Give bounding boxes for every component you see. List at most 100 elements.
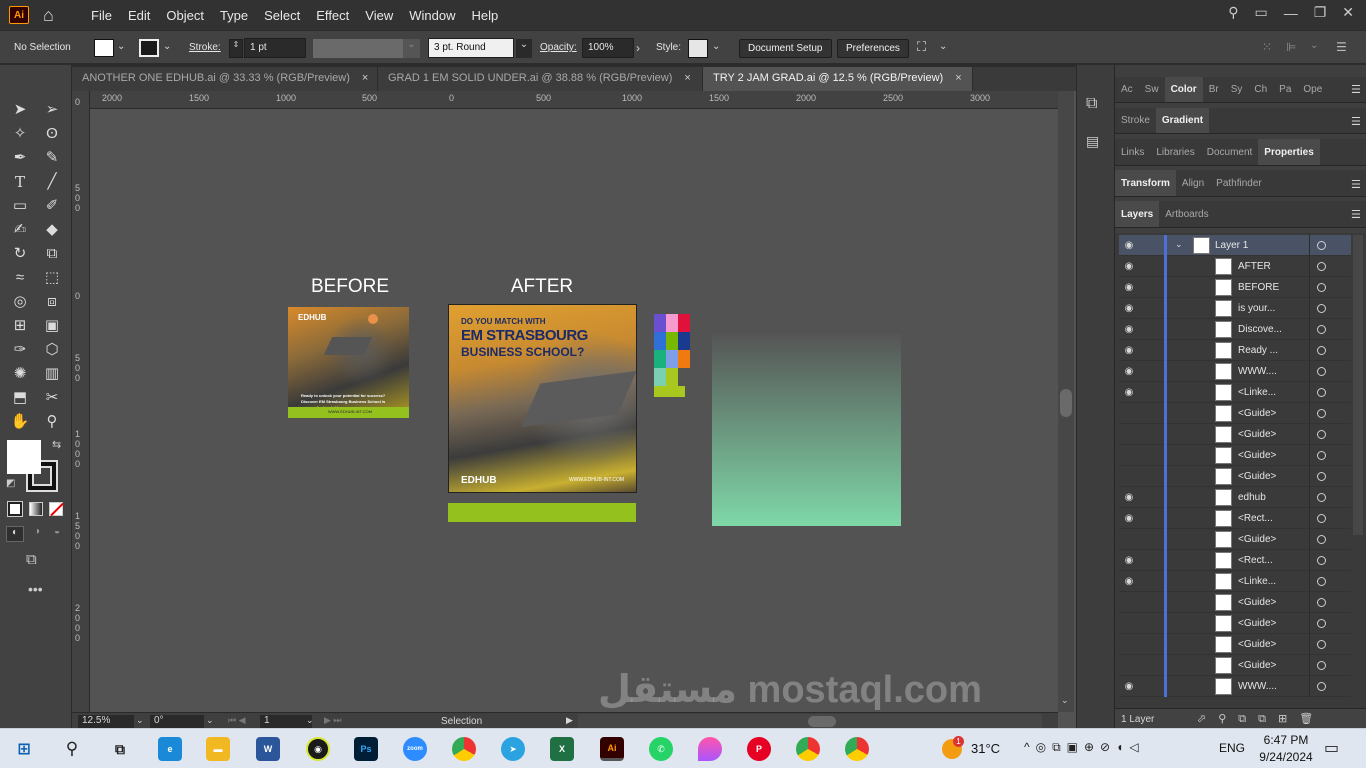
color-swatch[interactable] <box>666 332 678 350</box>
pen-tool-icon[interactable]: ✒ <box>8 147 32 169</box>
target-circle-icon[interactable] <box>1317 283 1326 292</box>
chrome-profile-icon[interactable] <box>796 737 820 761</box>
color-swatch[interactable] <box>678 314 690 332</box>
color-mode-icon[interactable] <box>7 501 23 517</box>
panel-tab-align[interactable]: Align <box>1176 170 1210 196</box>
edge-icon[interactable]: e <box>158 737 182 761</box>
layer-row[interactable]: <Guide> <box>1119 613 1351 634</box>
clock-time[interactable]: 6:47 PM <box>1258 733 1314 747</box>
layer-row[interactable]: ◉ BEFORE <box>1119 277 1351 298</box>
layer-row[interactable]: ◉ <Rect... <box>1119 550 1351 571</box>
direct-selection-tool-icon[interactable]: ➢ <box>40 99 64 121</box>
warp-tool-icon[interactable]: ≈ <box>8 267 32 289</box>
type-tool-icon[interactable]: T <box>8 171 32 193</box>
system-tray-icons[interactable]: ^◎⧉▣⊕⊘◖◁ <box>1024 740 1145 755</box>
layer-row[interactable]: <Guide> <box>1119 466 1351 487</box>
panel-tab-artboards[interactable]: Artboards <box>1159 201 1214 227</box>
stroke-dropdown-icon[interactable]: ⌄ <box>163 41 171 52</box>
fill-color-box[interactable] <box>7 440 41 474</box>
color-swatch-group[interactable] <box>654 314 691 397</box>
none-mode-icon[interactable] <box>49 502 64 517</box>
layer-row[interactable]: <Guide> <box>1119 529 1351 550</box>
panel-tab-ope[interactable]: Ope <box>1297 77 1328 102</box>
style-dropdown-icon[interactable]: ⌄ <box>712 41 720 52</box>
visibility-eye-icon[interactable]: ◉ <box>1119 282 1139 293</box>
gradient-mode-icon[interactable] <box>29 502 43 516</box>
file-explorer-icon[interactable]: ▬ <box>206 737 230 761</box>
panel-tab-gradient[interactable]: Gradient <box>1155 108 1210 133</box>
before-artwork[interactable]: EDHUB Ready to unlock your potential for… <box>288 307 409 418</box>
horizontal-scroll-thumb[interactable] <box>808 716 836 727</box>
magic-wand-icon[interactable]: ✧ <box>8 123 32 145</box>
layer-row[interactable]: <Guide> <box>1119 445 1351 466</box>
visibility-eye-icon[interactable]: ◉ <box>1119 303 1139 314</box>
lime-bar[interactable] <box>448 503 636 522</box>
mesh-tool-icon[interactable]: ⊞ <box>8 315 32 337</box>
target-circle-icon[interactable] <box>1317 598 1326 607</box>
visibility-eye-icon[interactable]: ◉ <box>1119 261 1139 272</box>
first-artboard-icon[interactable]: ⏮ ◀ <box>228 715 246 726</box>
close-tab-icon[interactable]: × <box>684 72 690 84</box>
arrange-documents-icon[interactable]: ▭ <box>1254 4 1267 21</box>
visibility-eye-icon[interactable]: ◉ <box>1119 555 1139 566</box>
draw-inside-icon[interactable]: ◒ <box>48 526 66 542</box>
layer-row-layer-1[interactable]: ◉ ⌄ Layer 1 <box>1119 235 1351 256</box>
target-circle-icon[interactable] <box>1317 535 1326 544</box>
image-panel-icon[interactable]: ⧉ <box>1086 95 1097 113</box>
panel-tab-layers[interactable]: Layers <box>1115 201 1160 227</box>
menu-edit[interactable]: Edit <box>120 8 158 23</box>
line-tool-icon[interactable]: ╱ <box>40 171 64 193</box>
align-icon[interactable]: ⊫ <box>1286 40 1296 54</box>
slice-tool-icon[interactable]: ✂ <box>40 387 64 409</box>
photoshop-icon[interactable]: Ps <box>354 737 378 761</box>
vertical-ruler[interactable]: 0 5 0 0 0 5 0 0 1 0 0 0 1 5 0 0 2 0 0 0 <box>72 91 90 712</box>
visibility-eye-icon[interactable]: ◉ <box>1119 240 1139 251</box>
eraser-tool-icon[interactable]: ◆ <box>40 219 64 241</box>
color-swatch[interactable] <box>654 350 666 368</box>
brush-dropdown-icon[interactable]: ⌄ <box>516 39 532 58</box>
rectangle-tool-icon[interactable]: ▭ <box>8 195 32 217</box>
task-view-icon[interactable]: ⧉ <box>108 737 132 761</box>
align-dropdown-icon[interactable]: ⌄ <box>1310 40 1318 51</box>
target-circle-icon[interactable] <box>1317 388 1326 397</box>
color-swatch[interactable] <box>666 314 678 332</box>
zoom-tool-icon[interactable]: ⚲ <box>40 411 64 433</box>
layer-row[interactable]: <Guide> <box>1119 634 1351 655</box>
panel-tab-br[interactable]: Br <box>1203 77 1225 102</box>
visibility-eye-icon[interactable]: ◉ <box>1119 513 1139 524</box>
color-swatch[interactable] <box>654 386 685 397</box>
close-tab-icon[interactable]: × <box>362 72 368 84</box>
align-grid-icon[interactable]: ⁙ <box>1262 40 1272 54</box>
layers-scrollbar[interactable] <box>1353 235 1363 535</box>
layer-row[interactable]: ◉ is your... <box>1119 298 1351 319</box>
color-swatch[interactable] <box>666 368 678 386</box>
eyedropper-icon[interactable]: ✑ <box>8 339 32 361</box>
paintbrush-tool-icon[interactable]: ✐ <box>40 195 64 217</box>
panel-tab-stroke[interactable]: Stroke <box>1115 108 1156 133</box>
target-circle-icon[interactable] <box>1317 451 1326 460</box>
excel-icon[interactable]: X <box>550 737 574 761</box>
opacity-field[interactable]: 100% <box>582 38 634 58</box>
rotation-field[interactable]: 0° <box>150 715 204 729</box>
whatsapp-icon[interactable]: ✆ <box>649 737 673 761</box>
blend-tool-icon[interactable]: ⬡ <box>40 339 64 361</box>
opacity-label[interactable]: Opacity: <box>540 42 577 53</box>
tab-another-one-edhub[interactable]: ANOTHER ONE EDHUB.ai @ 33.33 % (RGB/Prev… <box>72 67 378 91</box>
brush-definition[interactable]: 3 pt. Round <box>428 38 514 58</box>
target-circle-icon[interactable] <box>1317 430 1326 439</box>
target-circle-icon[interactable] <box>1317 367 1326 376</box>
curvature-tool-icon[interactable]: ✎ <box>40 147 64 169</box>
target-circle-icon[interactable] <box>1317 640 1326 649</box>
target-circle-icon[interactable] <box>1317 514 1326 523</box>
panel-tab-pa[interactable]: Pa <box>1273 77 1297 102</box>
default-colors-icon[interactable]: ◩ <box>6 478 15 489</box>
stroke-label[interactable]: Stroke: <box>189 42 221 53</box>
selection-tool-icon[interactable]: ➤ <box>8 99 32 121</box>
panel-menu-icon[interactable]: ☰ <box>1336 40 1347 54</box>
layer-row[interactable]: <Guide> <box>1119 424 1351 445</box>
layer-row[interactable]: ◉ <Rect... <box>1119 508 1351 529</box>
telegram-icon[interactable]: ➤ <box>501 737 525 761</box>
color-swatch[interactable] <box>654 368 666 386</box>
panel-tab-sy[interactable]: Sy <box>1225 77 1249 102</box>
visibility-eye-icon[interactable]: ◉ <box>1119 681 1139 692</box>
